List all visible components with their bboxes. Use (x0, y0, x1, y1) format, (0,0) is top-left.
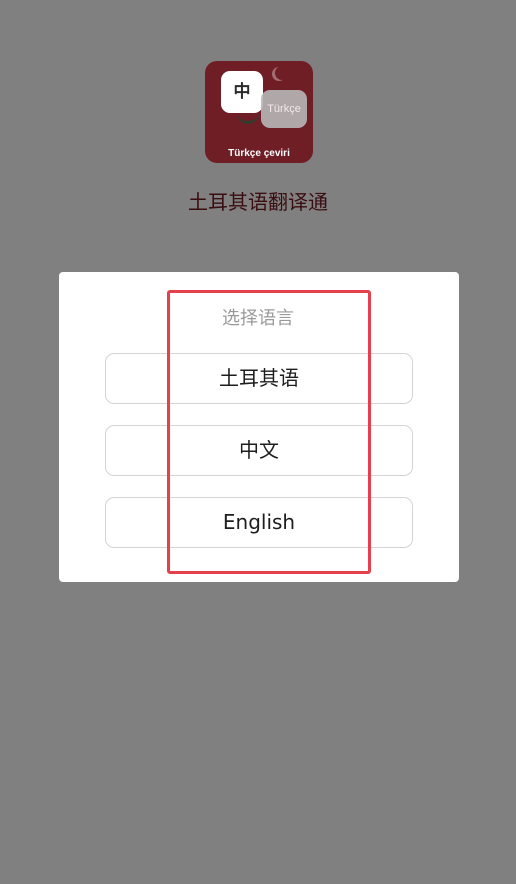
wave-icon (237, 111, 259, 124)
app-title: 土耳其语翻译通 (188, 190, 328, 214)
turkish-bubble-icon: Türkçe (261, 90, 307, 128)
screen-overlay: 中 Türkçe Türkçe çeviri 土耳其语翻译通 选择语言 土耳其语… (0, 0, 516, 884)
dialog-title: 选择语言 (222, 308, 294, 329)
crescent-star-icon (275, 66, 289, 80)
turkish-language-button[interactable]: 土耳其语 (105, 353, 413, 404)
app-logo: 中 Türkçe Türkçe çeviri (205, 61, 313, 163)
chinese-language-button[interactable]: 中文 (105, 425, 413, 476)
chinese-bubble-icon: 中 (221, 71, 263, 113)
logo-caption: Türkçe çeviri (228, 148, 290, 159)
english-language-button[interactable]: English (105, 497, 413, 548)
